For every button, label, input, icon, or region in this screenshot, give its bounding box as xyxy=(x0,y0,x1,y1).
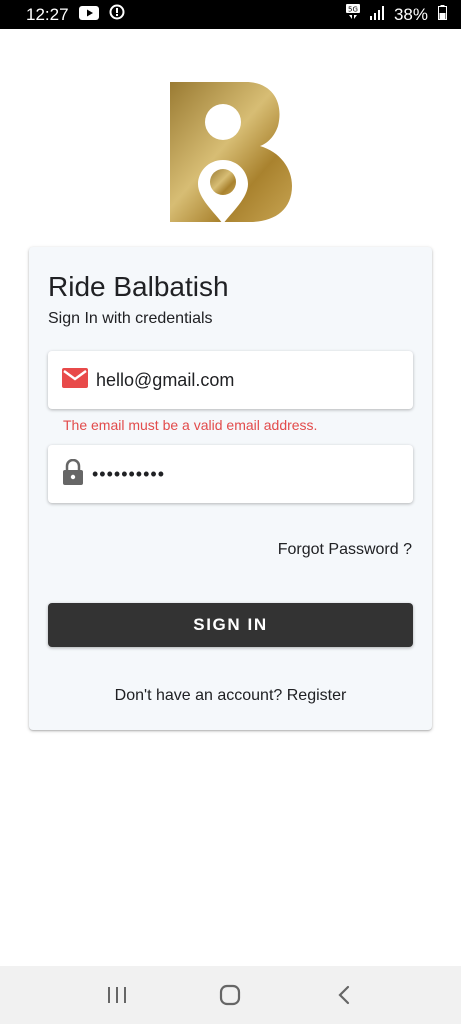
lock-icon xyxy=(62,458,84,490)
signal-icon xyxy=(369,5,384,25)
email-input[interactable]: hello@gmail.com xyxy=(96,370,396,391)
home-button[interactable] xyxy=(210,975,250,1015)
back-icon xyxy=(338,985,350,1005)
app-title: Ride Balbatish xyxy=(48,271,229,302)
svg-text:5G: 5G xyxy=(348,6,358,14)
recent-apps-button[interactable] xyxy=(97,975,137,1015)
register-prefix: Don't have an account? xyxy=(114,687,287,704)
email-error-message: The email must be a valid email address. xyxy=(63,417,318,433)
brand-logo xyxy=(168,80,292,224)
status-time: 12:27 xyxy=(26,4,69,24)
status-bar: 12:27 5G 38% xyxy=(0,0,461,29)
register-prompt: Don't have an account? Register xyxy=(29,687,432,705)
back-button[interactable] xyxy=(324,975,364,1015)
email-field[interactable]: hello@gmail.com xyxy=(48,351,413,409)
mail-icon xyxy=(62,367,88,393)
forgot-password-link[interactable]: Forgot Password ? xyxy=(278,541,412,559)
network-5g-icon: 5G xyxy=(345,4,360,25)
sign-in-button[interactable]: SIGN IN xyxy=(48,603,413,647)
recent-apps-icon xyxy=(107,987,126,1003)
home-icon xyxy=(220,984,241,1006)
youtube-icon xyxy=(78,5,99,25)
system-nav-bar xyxy=(0,966,461,1024)
battery-icon xyxy=(438,4,447,25)
password-input[interactable]: •••••••••• xyxy=(92,464,165,485)
register-link[interactable]: Register xyxy=(287,687,347,704)
notification-icon xyxy=(109,4,125,25)
password-field[interactable]: •••••••••• xyxy=(48,445,413,503)
login-card: Ride Balbatish Sign In with credentials … xyxy=(29,247,432,730)
battery-percent: 38% xyxy=(393,4,428,24)
login-subtitle: Sign In with credentials xyxy=(48,310,213,327)
